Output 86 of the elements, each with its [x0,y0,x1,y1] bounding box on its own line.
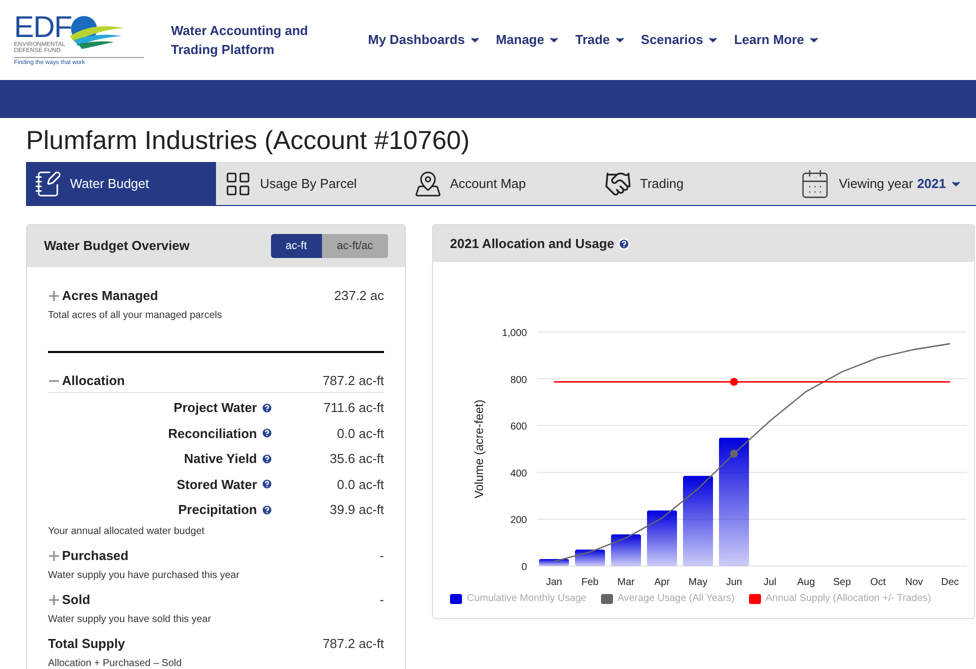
page-title: Plumfarm Industries (Account #10760) [26,124,471,156]
section-value: 237.2 ac [334,287,384,306]
expand-toggle[interactable] [48,594,60,606]
legend-label: Annual Supply (Allocation +/- Trades) [766,592,931,606]
section-note: Your annual allocated water budget [48,524,206,538]
item-label: Precipitation [178,501,257,519]
help-icon [261,452,273,465]
section-label: Total Supply [48,634,126,653]
y-tick-label: 1,000 [502,328,527,339]
x-tick-label: Sep [833,577,851,588]
tab[interactable]: Usage By Parcel [216,162,406,205]
section-label: Sold [62,590,90,609]
item-label: Native Yield [184,450,257,468]
nav-menu[interactable]: My Dashboards [368,30,481,50]
nav-menu[interactable]: Manage [496,30,560,50]
item-label: Stored Water [176,476,257,494]
tab[interactable]: Account Map [406,162,596,205]
section-value: - [380,590,384,609]
section-note: Allocation + Purchased – Sold [48,656,183,669]
usage-bar [539,558,569,566]
usage-bar [575,550,605,566]
usage-bar [611,534,641,566]
expand-toggle[interactable] [48,290,60,302]
handshake-icon [604,170,632,198]
plus-icon [49,594,59,604]
legend-label: Cumulative Monthly Usage [467,592,586,606]
item-value: 39.9 ac-ft [328,501,384,519]
notepad-pen-icon [34,170,62,198]
tab[interactable]: Trading [596,162,786,205]
x-tick-label: Dec [941,577,959,588]
x-tick-label: Feb [581,577,599,588]
tab[interactable]: Water Budget [26,162,216,205]
y-tick-label: 800 [510,374,527,386]
help-icon [261,504,273,516]
help-icon [261,402,273,414]
nav-menu[interactable]: Learn More [734,30,820,50]
help-icon [261,427,273,440]
section-label: Acres Managed [62,287,158,306]
nav-menu[interactable]: Scenarios [640,30,720,50]
x-tick-label: Oct [870,577,886,588]
y-tick-label: 0 [521,562,527,573]
x-tick-label: Jan [546,577,562,588]
line-point [730,450,738,458]
panel-title: Water Budget Overview [44,237,190,256]
item-label: Project Water [174,399,257,417]
section-note: Total acres of all your managed parcels [48,309,223,323]
item-label: Reconciliation [168,424,257,442]
app-title: Water Accounting and Trading Platform [171,22,309,59]
plus-icon [49,550,59,560]
unit-toggle[interactable]: ac-ft [270,234,322,258]
section-value: 787.2 ac-ft [322,634,384,653]
x-tick-label: May [688,577,708,588]
x-tick-label: Nov [905,577,923,588]
line-point [730,378,738,386]
unit-toggle[interactable]: ac-ft/ac [322,234,388,258]
map-pin-icon [414,170,442,198]
x-tick-label: Apr [654,577,670,588]
section-label: Allocation [62,372,125,390]
y-tick-label: 200 [510,515,527,526]
help-icon [261,478,273,490]
y-tick-label: 400 [510,468,527,480]
x-tick-label: Mar [617,577,635,588]
y-axis-label: Volume (acre-feet) [472,400,486,498]
plus-icon [49,291,59,301]
x-tick-label: Jul [764,577,776,588]
item-value: 0.0 ac-ft [336,424,384,442]
y-tick-label: 600 [510,422,527,433]
expand-toggle[interactable] [48,550,60,562]
item-value: 35.6 ac-ft [328,450,384,468]
item-value: 711.6 ac-ft [322,399,384,417]
grid-icon [224,170,252,198]
year-dropdown[interactable]: Viewing year 2021 [838,174,962,194]
usage-bar [647,510,677,566]
section-label: Purchased [62,546,128,565]
section-value: - [380,546,384,565]
section-note: Water supply you have sold this year [48,612,212,626]
logo-wordmark: EDF [14,14,72,42]
legend-label: Average Usage (All Years) [618,592,735,606]
x-tick-label: Aug [797,577,815,588]
help-icon [618,238,630,250]
x-tick-label: Jun [726,577,742,588]
section-note: Water supply you have purchased this year [48,568,240,582]
item-value: 0.0 ac-ft [336,476,384,494]
panel-title: 2021 Allocation and Usage [450,234,614,253]
section-value: 787.2 ac-ft [322,372,384,390]
nav-menu[interactable]: Trade [575,30,626,50]
